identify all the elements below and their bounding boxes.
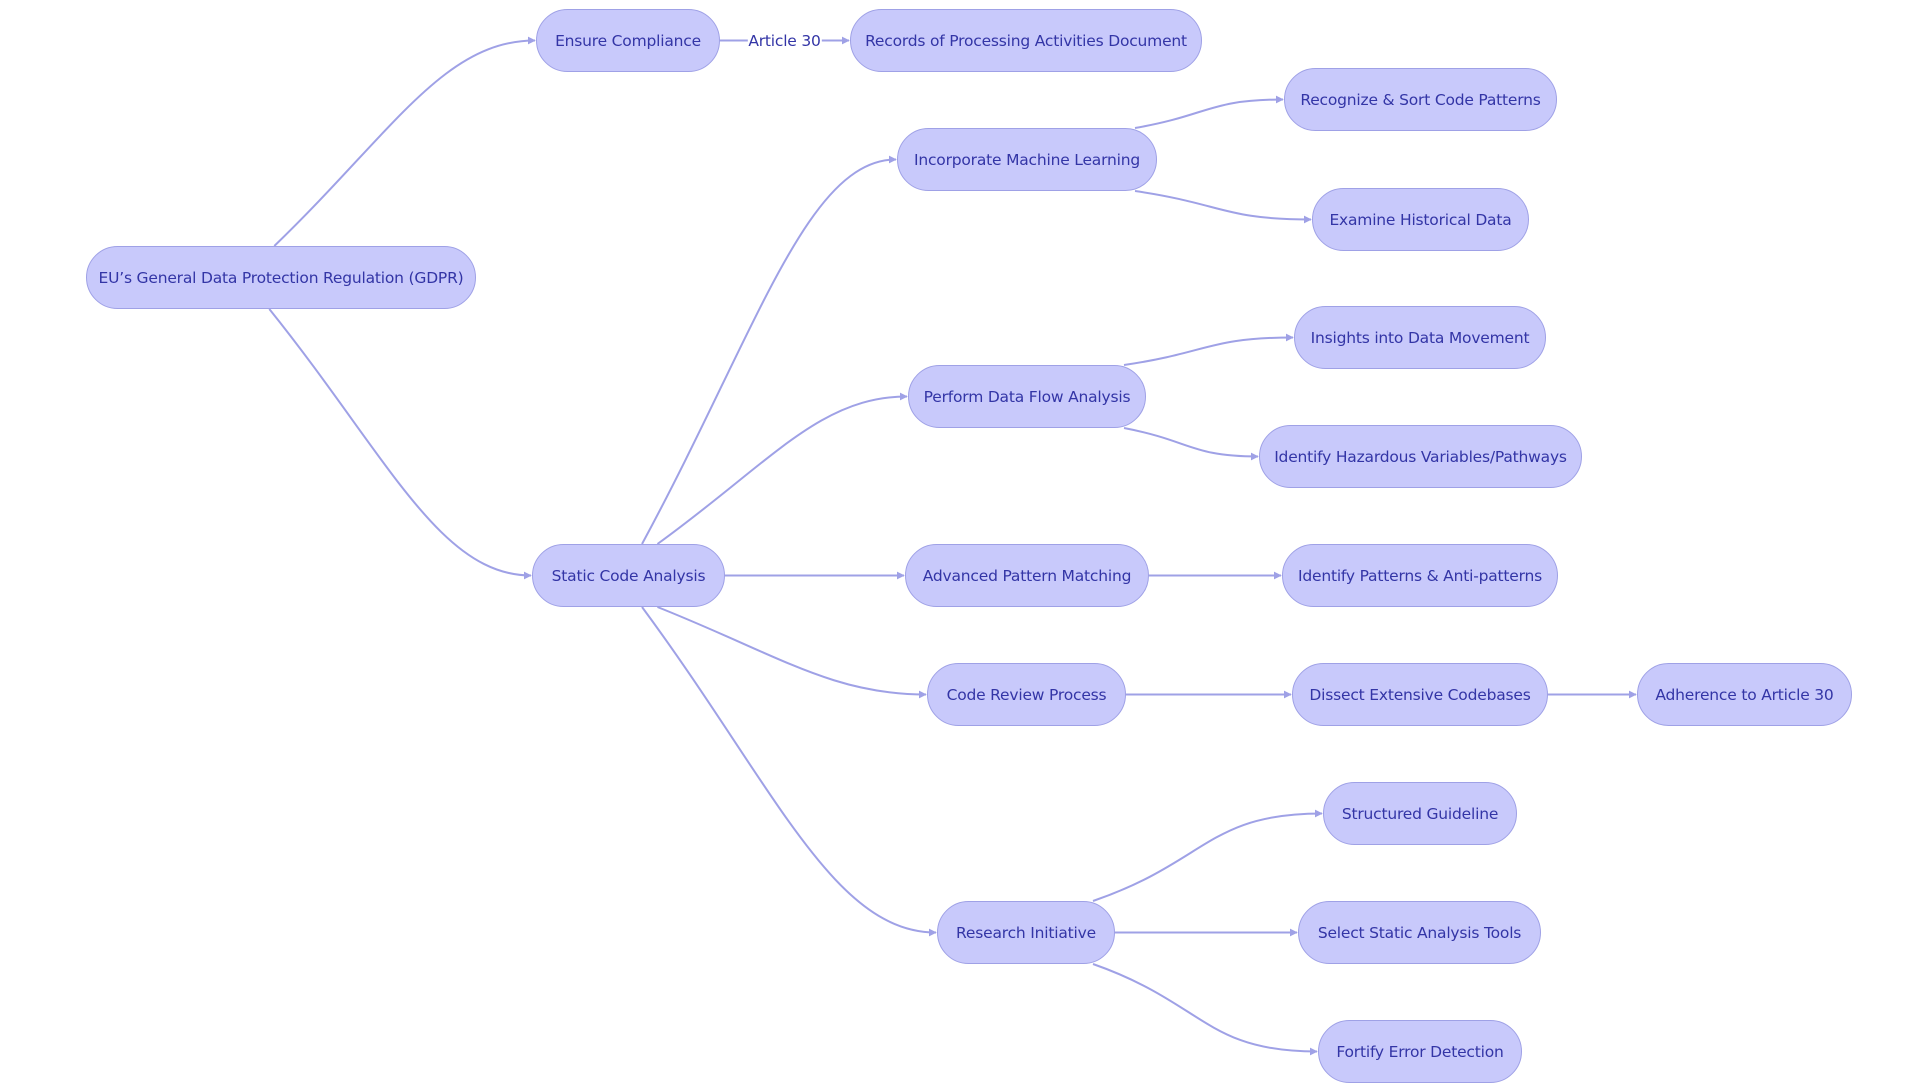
node-identify-patterns-anti-patterns[interactable]: Identify Patterns & Anti-patterns [1282, 544, 1558, 607]
edge-sca-to-review [657, 606, 927, 699]
node-structured-guideline[interactable]: Structured Guideline [1323, 782, 1517, 845]
node-code-review-process[interactable]: Code Review Process [927, 663, 1126, 726]
node-records-of-processing[interactable]: Records of Processing Activities Documen… [850, 9, 1202, 72]
node-adherence-to-article-30[interactable]: Adherence to Article 30 [1637, 663, 1852, 726]
edge-dataflow-to-hazardous [1123, 427, 1259, 461]
node-select-static-analysis-tools[interactable]: Select Static Analysis Tools [1298, 901, 1541, 964]
node-perform-data-flow-analysis[interactable]: Perform Data Flow Analysis [908, 365, 1146, 428]
node-gdpr[interactable]: EU’s General Data Protection Regulation … [86, 246, 476, 309]
edge-sca-to-research [641, 606, 937, 937]
edge-sca-to-ml [641, 155, 897, 545]
node-identify-hazardous-variables[interactable]: Identify Hazardous Variables/Pathways [1259, 425, 1582, 488]
edge-research-to-fortify [1092, 963, 1318, 1056]
node-recognize-sort-code-patterns[interactable]: Recognize & Sort Code Patterns [1284, 68, 1557, 131]
node-incorporate-machine-learning[interactable]: Incorporate Machine Learning [897, 128, 1157, 191]
node-ensure-compliance[interactable]: Ensure Compliance [536, 9, 720, 72]
edge-gdpr-to-sca [268, 308, 532, 580]
node-dissect-extensive-codebases[interactable]: Dissect Extensive Codebases [1292, 663, 1548, 726]
edge-ml-to-historical [1134, 190, 1312, 224]
node-fortify-error-detection[interactable]: Fortify Error Detection [1318, 1020, 1522, 1083]
node-static-code-analysis[interactable]: Static Code Analysis [532, 544, 725, 607]
node-research-initiative[interactable]: Research Initiative [937, 901, 1115, 964]
edge-sca-to-dataflow [656, 392, 908, 545]
edge-research-to-guideline [1092, 809, 1323, 902]
edge-dataflow-to-insights [1123, 333, 1294, 366]
edge-ml-to-recognize [1134, 95, 1284, 129]
node-insights-into-data-movement[interactable]: Insights into Data Movement [1294, 306, 1546, 369]
node-examine-historical-data[interactable]: Examine Historical Data [1312, 188, 1529, 251]
edge-label-compliance-to-records: Article 30 [747, 31, 822, 50]
edge-gdpr-to-compliance [273, 36, 536, 247]
node-advanced-pattern-matching[interactable]: Advanced Pattern Matching [905, 544, 1149, 607]
